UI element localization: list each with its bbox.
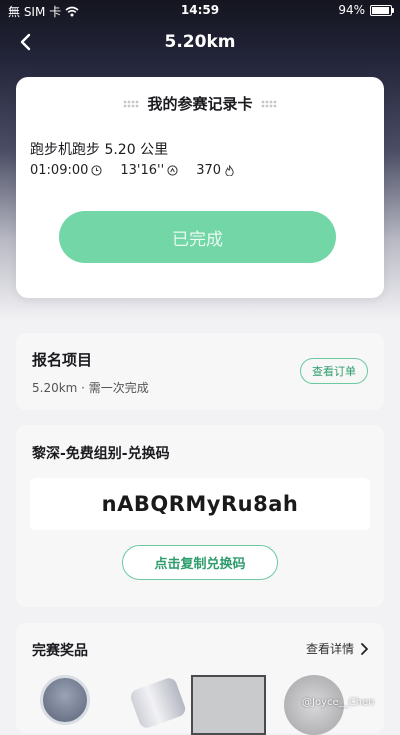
battery-icon: [370, 4, 394, 16]
watermark: @Joyce__Chen: [302, 697, 375, 708]
prize-image-card[interactable]: [191, 675, 266, 735]
calories-value: 370: [196, 163, 222, 178]
clock-icon: [91, 165, 102, 176]
flame-icon: [225, 165, 234, 176]
duration-value: 01:09:00: [30, 163, 89, 178]
redeem-code: nABQRMyRu8ah: [30, 478, 370, 530]
prizes-title: 完赛奖品: [32, 643, 88, 659]
view-order-button[interactable]: 查看订单: [300, 358, 368, 384]
stat-duration: 01:09:00: [30, 163, 102, 178]
prize-details-label: 查看详情: [305, 642, 354, 656]
battery-indicator: 94%: [338, 3, 394, 17]
prize-details-link[interactable]: 查看详情: [306, 640, 368, 657]
navigation-bar: 5.20km: [0, 26, 400, 58]
battery-percent: 94%: [338, 3, 365, 17]
status-bar: 無 SIM 卡 14:59 94%: [0, 0, 400, 22]
redeem-code-panel: 黎深-免费组别-兑换码 nABQRMyRu8ah 点击复制兑换码: [16, 425, 384, 607]
completed-button[interactable]: 已完成: [59, 211, 336, 263]
stat-pace: 13'16'': [120, 163, 178, 178]
prizes-panel: 完赛奖品 查看详情: [16, 623, 384, 735]
copy-code-button[interactable]: 点击复制兑换码: [122, 545, 278, 580]
record-card: 我的参赛记录卡 跑步机跑步 5.20 公里 01:09:00 13'16'' 3…: [16, 77, 384, 298]
record-card-header: 我的参赛记录卡: [16, 93, 384, 114]
pace-icon: [167, 165, 178, 176]
stat-calories: 370: [196, 163, 235, 178]
prize-image-can[interactable]: [128, 675, 188, 731]
signup-subtitle: 5.20km · 需一次完成: [32, 381, 149, 395]
redeem-title: 黎深-免费组别-兑换码: [32, 446, 170, 462]
record-card-title: 我的参赛记录卡: [147, 95, 253, 113]
decorative-dots-right: [260, 99, 277, 108]
signup-panel: 报名项目 5.20km · 需一次完成 查看订单: [16, 333, 384, 410]
prize-image-badge[interactable]: [40, 675, 90, 725]
pace-value: 13'16'': [120, 163, 165, 178]
signup-title: 报名项目: [32, 351, 93, 369]
activity-summary: 跑步机跑步 5.20 公里: [30, 142, 169, 158]
decorative-dots-left: [123, 99, 140, 108]
stats-row: 01:09:00 13'16'' 370: [30, 163, 253, 178]
page-title: 5.20km: [164, 32, 236, 52]
chevron-right-icon: [361, 642, 368, 655]
